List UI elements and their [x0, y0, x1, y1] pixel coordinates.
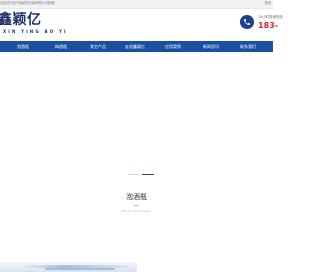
hotline-label: 24小时咨询热线 [258, 15, 283, 19]
bottle-glare-secondary [44, 268, 116, 270]
nav-item-cases[interactable]: 应用案例 [158, 41, 188, 52]
banner [0, 52, 273, 202]
nav-item-news[interactable]: 新闻资讯 [196, 41, 226, 52]
nav-item-contact[interactable]: 联系我们 [233, 41, 263, 52]
logo-chinese[interactable]: 鑫颖亿 [0, 13, 42, 27]
main-nav: 泡酒瓶 梅酒瓶 其它产品 走进鑫颖亿 应用案例 新闻资讯 联系我们 [0, 41, 273, 52]
banner-dot-1[interactable] [128, 174, 140, 175]
logo-english: XIN YING BO YI [3, 29, 68, 34]
section-subtitle: Products display [121, 209, 152, 213]
nav-item-meijiuping[interactable]: 梅酒瓶 [48, 41, 74, 52]
phone-icon [240, 15, 254, 29]
top-bar: 欢迎访问嘉兴鑫颖亿包装有限公司官网！ 首页 [0, 0, 273, 9]
section-divider [134, 205, 139, 206]
welcome-text: 欢迎访问嘉兴鑫颖亿包装有限公司官网！ [0, 1, 58, 5]
nav-item-other-products[interactable]: 其它产品 [84, 41, 112, 52]
banner-dot-2[interactable] [142, 174, 154, 176]
nav-item-paojiuping[interactable]: 泡酒瓶 [10, 41, 36, 52]
product-image[interactable] [0, 262, 137, 272]
home-link[interactable]: 首页 [265, 1, 271, 6]
section-title: 泡酒瓶 [126, 193, 147, 201]
hotline-number: 183- [258, 21, 279, 30]
nav-item-about[interactable]: 走进鑫颖亿 [118, 41, 152, 52]
banner-pagination [120, 172, 160, 176]
